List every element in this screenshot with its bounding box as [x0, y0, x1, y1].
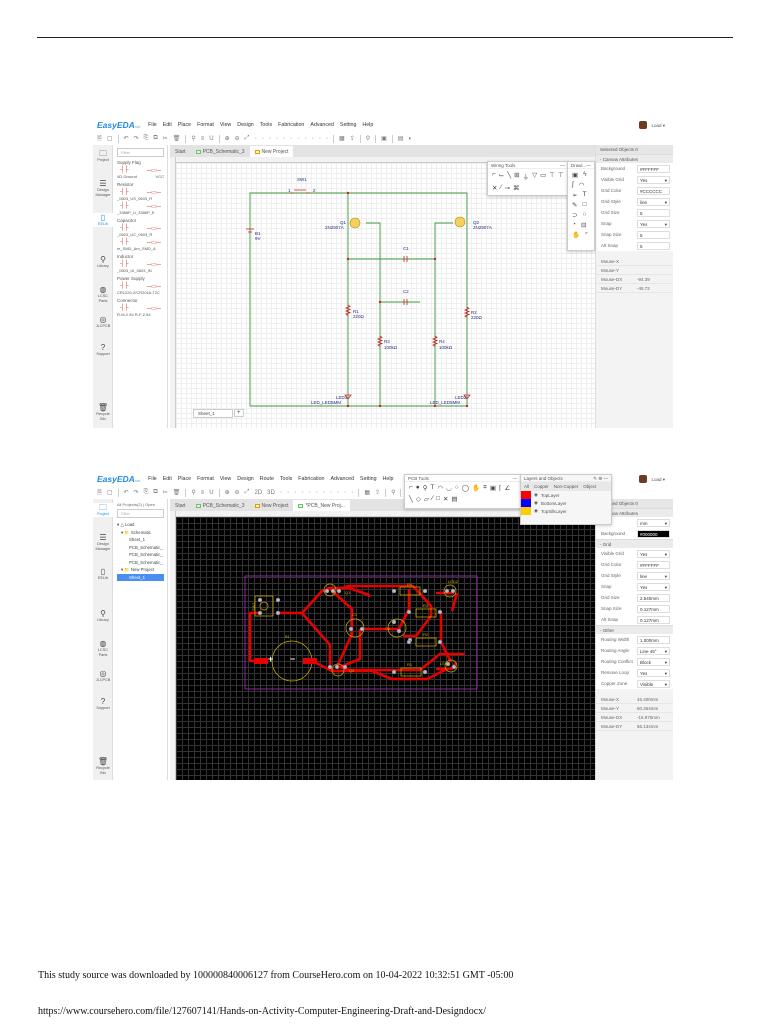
b1-label: B1	[285, 634, 291, 639]
r4-label: R4	[407, 582, 413, 587]
source-url[interactable]: https://www.coursehero.com/file/12760714…	[38, 1006, 486, 1017]
c1-label: C1	[352, 612, 358, 617]
led1-label: LED1	[440, 661, 451, 666]
r3-label: R3	[423, 603, 429, 608]
q1-label: Q1	[345, 590, 351, 595]
pcb-layout: SW1 B1 C1 C2 Q1 Q2 R1 R2 R3 R4 LED2 LED1…	[244, 575, 478, 690]
battery-plus: +	[268, 654, 273, 664]
battery-minus: −	[290, 654, 295, 664]
r2-label: R2	[423, 632, 429, 637]
q2-label: Q2	[349, 668, 355, 673]
led2-label: LED2	[448, 579, 459, 584]
copper-tracks	[248, 584, 465, 681]
sw1-label: SW1	[251, 602, 256, 611]
r1-label: R1	[407, 662, 413, 667]
c2-label: C2	[385, 626, 391, 631]
download-notice: This study source was downloaded by 1000…	[38, 970, 514, 981]
